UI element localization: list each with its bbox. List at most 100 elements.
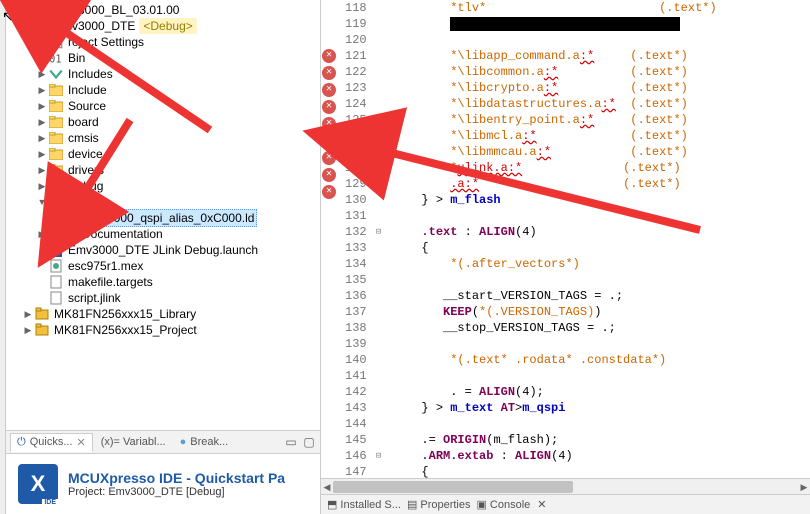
expand-icon[interactable]: ▶ (36, 114, 48, 130)
code-line[interactable]: __start_VERSION_TAGS = .; (393, 288, 810, 304)
error-marker-icon[interactable]: ✕ (322, 185, 336, 199)
tree-item-includes[interactable]: ▶ Includes (6, 66, 320, 82)
maximize-icon[interactable]: ▢ (302, 435, 316, 449)
expand-icon[interactable]: ▶ (36, 82, 48, 98)
code-line[interactable] (393, 16, 810, 32)
code-line[interactable]: .text : ALIGN(4) (393, 224, 810, 240)
code-line[interactable]: *(.after_vectors*) (393, 256, 810, 272)
code-line[interactable]: *\libapp_command.a:* (.text*) (393, 48, 810, 64)
expand-icon[interactable]: ▶ (36, 146, 48, 162)
tree-item-folder[interactable]: ▶Source (6, 98, 320, 114)
tree-item-folder[interactable]: ▶Debug (6, 178, 320, 194)
tree-item-file[interactable]: script.jlink (6, 290, 320, 306)
tab-breakpoints[interactable]: ● Break... (174, 434, 235, 450)
code-line[interactable]: *\libmcl.a:* (.text*) (393, 128, 810, 144)
expand-icon[interactable]: ▶ (36, 178, 48, 194)
expand-icon[interactable]: ▶ (22, 2, 34, 18)
horizontal-scrollbar[interactable]: ◀ ▶ (321, 478, 810, 494)
code-line[interactable]: { (393, 464, 810, 478)
code-line[interactable] (393, 336, 810, 352)
code-line[interactable]: .ARM.extab : ALIGN(4) (393, 448, 810, 464)
code-editor[interactable]: ✕✕✕✕✕✕✕✕✕ 118119120121122123124125126127… (321, 0, 810, 478)
tree-item-folder[interactable]: ▶device (6, 146, 320, 162)
error-marker-gutter: ✕ ✕ ✕ ✕ ✕ ✕ ✕ ✕ ✕ (321, 0, 337, 478)
expand-icon[interactable]: ▶ (36, 98, 48, 114)
tree-item-project[interactable]: ▶MK81FN256xxx15_Project (6, 322, 320, 338)
tree-item-folder-open[interactable]: ▼scrip (6, 194, 320, 210)
error-marker-icon[interactable]: ✕ (322, 100, 336, 114)
expand-icon[interactable]: ▶ (36, 226, 48, 242)
code-line[interactable] (393, 208, 810, 224)
tab-console[interactable]: ▣Console✕ (477, 498, 547, 511)
code-line[interactable]: *\libcrypto.a:* (.text*) (393, 80, 810, 96)
tree-item-project-active[interactable]: ▼ x Emv3000_DTE <Debug> (6, 18, 320, 34)
code-line[interactable]: *(.text* .rodata* .constdata*) (393, 352, 810, 368)
code-line[interactable] (393, 272, 810, 288)
collapse-icon[interactable]: ▼ (22, 18, 34, 34)
expand-icon[interactable]: ▶ (36, 162, 48, 178)
line-number: 135 (345, 272, 367, 288)
code-line[interactable]: { (393, 240, 810, 256)
scroll-right-icon[interactable]: ▶ (798, 479, 810, 495)
expand-icon[interactable]: ▶ (36, 50, 48, 66)
fold-gutter[interactable]: ⊟⊟ (373, 0, 385, 478)
code-line[interactable]: *tlv* (.text*) (393, 0, 810, 16)
tree-item-project[interactable]: ▶MK81FN256xxx15_Library (6, 306, 320, 322)
tree-item-folder[interactable]: ▶Include (6, 82, 320, 98)
error-marker-icon[interactable]: ✕ (322, 117, 336, 131)
code-line[interactable]: .= ORIGIN(m_flash); (393, 432, 810, 448)
scroll-left-icon[interactable]: ◀ (321, 479, 333, 495)
code-line[interactable]: *ulink.a:* (.text*) (393, 160, 810, 176)
code-line[interactable]: *\libdatastructures.a:* (.text*) (393, 96, 810, 112)
error-marker-icon[interactable]: ✕ (322, 83, 336, 97)
includes-icon (48, 66, 64, 82)
code-line[interactable]: .a:* (.text*) (393, 176, 810, 192)
minimize-icon[interactable]: ▭ (284, 435, 298, 449)
expand-icon[interactable]: ▶ (36, 130, 48, 146)
code-line[interactable]: } > m_flash (393, 192, 810, 208)
expand-icon[interactable]: ▶ (22, 322, 34, 338)
tree-item-folder[interactable]: ▶drivers (6, 162, 320, 178)
error-marker-icon[interactable]: ✕ (322, 134, 336, 148)
tree-item-binaries[interactable]: ▶ 01 Bin (6, 50, 320, 66)
error-marker-icon[interactable]: ✕ (322, 66, 336, 80)
error-marker-icon[interactable]: ✕ (322, 168, 336, 182)
code-line[interactable]: *\libentry_point.a:* (.text*) (393, 112, 810, 128)
expand-icon[interactable]: ▶ (36, 34, 48, 50)
error-marker-icon[interactable]: ✕ (322, 151, 336, 165)
tree-item-file-selected[interactable]: 01 Emv3000_qspi_alias_0xC000.ld (6, 210, 320, 226)
fold-toggle-icon[interactable]: ⊟ (376, 227, 381, 237)
code-line[interactable]: *\libcommon.a:* (.text*) (393, 64, 810, 80)
collapse-icon[interactable]: ▼ (36, 194, 48, 210)
expand-icon[interactable]: ▶ (22, 306, 34, 322)
tree-item-folder[interactable]: ▶board (6, 114, 320, 130)
tree-item-file[interactable]: esc975r1.mex (6, 258, 320, 274)
tree-item-file[interactable]: makefile.targets (6, 274, 320, 290)
file-icon (48, 274, 64, 290)
tab-installed-sdks[interactable]: ⬒Installed S... (327, 498, 401, 511)
close-icon[interactable]: ✕ (537, 498, 546, 511)
fold-toggle-icon[interactable]: ⊟ (376, 451, 381, 461)
code-line[interactable]: KEEP(*(.VERSION_TAGS)) (393, 304, 810, 320)
tree-item-project[interactable]: ▶ Emv3000_BL_03.01.00 (6, 2, 320, 18)
tab-properties[interactable]: ▤Properties (407, 498, 471, 511)
tree-item-folder[interactable]: ▶cmsis (6, 130, 320, 146)
tab-variables[interactable]: (x)= Variabl... (95, 434, 172, 450)
code-line[interactable]: __stop_VERSION_TAGS = .; (393, 320, 810, 336)
code-line[interactable] (393, 368, 810, 384)
code-line[interactable] (393, 32, 810, 48)
scrollbar-thumb[interactable] (333, 481, 573, 493)
close-icon[interactable]: ✕ (77, 436, 86, 449)
code-line[interactable] (393, 416, 810, 432)
code-line[interactable]: . = ALIGN(4); (393, 384, 810, 400)
error-marker-icon[interactable]: ✕ (322, 49, 336, 63)
code-line[interactable]: } > m_text AT>m_qspi (393, 400, 810, 416)
tree-item-folder[interactable]: ▶Z_Documentation (6, 226, 320, 242)
code-line[interactable]: *\libmmcau.a:* (.text*) (393, 144, 810, 160)
code-content[interactable]: *tlv* (.text*) *\libapp_command.a:* (.te… (385, 0, 810, 478)
project-tree[interactable]: ▶ Emv3000_BL_03.01.00 ▼ x Emv3000_DTE <D… (6, 0, 320, 430)
expand-icon[interactable]: ▶ (36, 66, 48, 82)
tab-quickstart[interactable]: ⏻ Quicks... ✕ (10, 433, 93, 452)
tree-item-file[interactable]: JEmv3000_DTE JLink Debug.launch (6, 242, 320, 258)
tree-item-settings[interactable]: ▶ roject Settings (6, 34, 320, 50)
